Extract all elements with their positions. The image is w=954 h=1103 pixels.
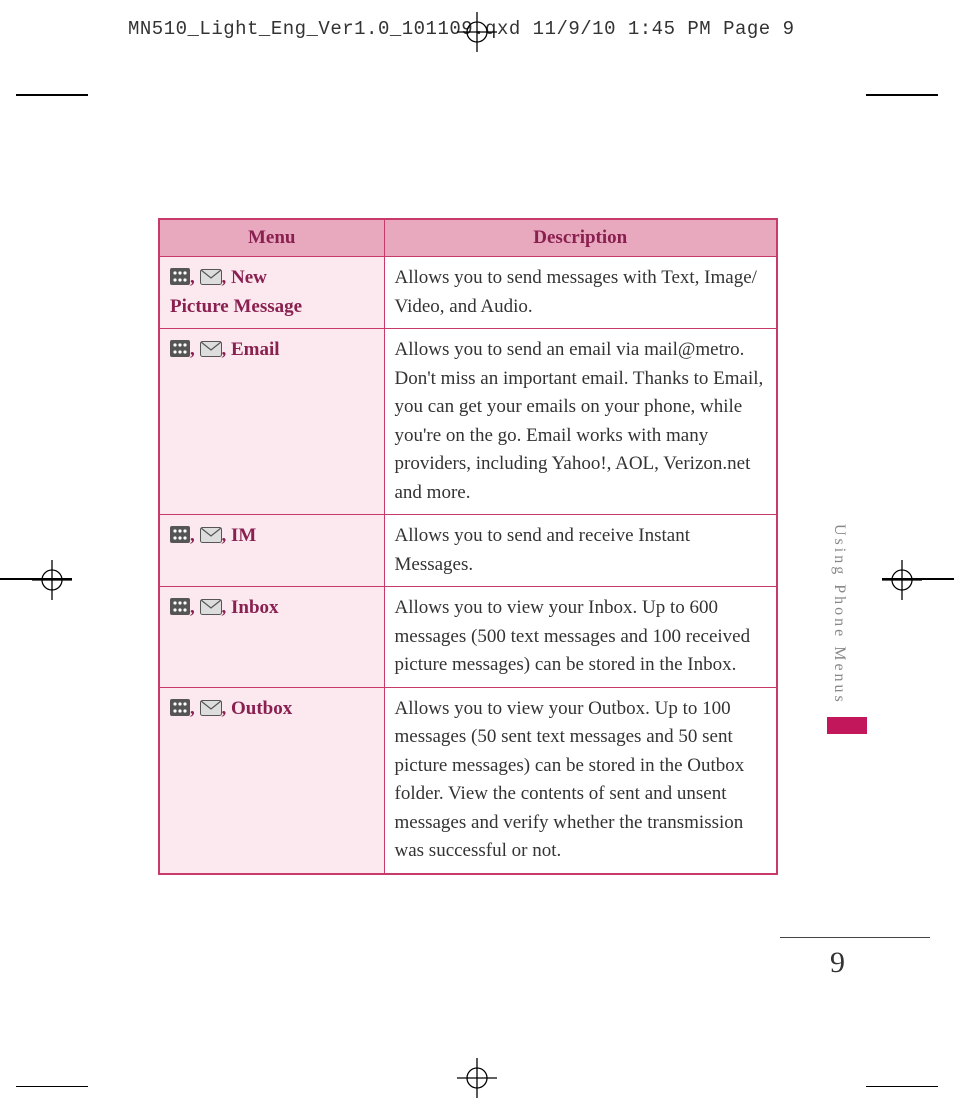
menu-label: Email <box>231 339 280 360</box>
separator: , <box>190 525 200 546</box>
menu-label: Outbox <box>231 698 292 719</box>
menu-description: Allows you to view your Inbox. Up to 600… <box>384 587 777 688</box>
menu-grid-icon <box>170 526 190 543</box>
table-header-menu: Menu <box>159 219 384 257</box>
register-mark-icon <box>32 560 72 600</box>
separator: , <box>222 267 232 288</box>
crop-mark <box>16 1086 88 1088</box>
menu-label-secondary: Picture Message <box>170 293 374 322</box>
section-tab-label: Using Phone Menus <box>830 524 848 705</box>
separator: , <box>190 267 200 288</box>
separator: , <box>190 339 200 360</box>
page-number: 9 <box>830 946 845 980</box>
separator: , <box>222 339 232 360</box>
register-mark-icon <box>882 560 922 600</box>
menu-label: New <box>231 267 267 288</box>
separator: , <box>222 698 232 719</box>
envelope-icon <box>200 269 222 285</box>
section-tab-color-bar <box>827 717 867 734</box>
page-number-divider <box>780 937 930 938</box>
table-row: , , IM Allows you to send and receive In… <box>159 515 777 587</box>
table-row: , , New Picture Message Allows you to se… <box>159 257 777 329</box>
envelope-icon <box>200 527 222 543</box>
envelope-icon <box>200 599 222 615</box>
menu-grid-icon <box>170 340 190 357</box>
register-mark-icon <box>457 1058 497 1098</box>
menu-grid-icon <box>170 699 190 716</box>
crop-mark <box>866 94 938 96</box>
menu-description-table: Menu Description , , New Picture Message… <box>158 218 778 875</box>
separator: , <box>190 698 200 719</box>
register-mark-icon <box>457 12 497 52</box>
separator: , <box>222 525 232 546</box>
table-row: , , Outbox Allows you to view your Outbo… <box>159 687 777 874</box>
menu-grid-icon <box>170 268 190 285</box>
separator: , <box>222 597 232 618</box>
menu-label: Inbox <box>231 597 279 618</box>
crop-mark <box>866 1086 938 1088</box>
menu-description: Allows you to send an email via mail@met… <box>384 329 777 515</box>
menu-description: Allows you to view your Outbox. Up to 10… <box>384 687 777 874</box>
separator: , <box>190 597 200 618</box>
envelope-icon <box>200 700 222 716</box>
menu-label: IM <box>231 525 256 546</box>
table-row: , , Inbox Allows you to view your Inbox.… <box>159 587 777 688</box>
table-row: , , Email Allows you to send an email vi… <box>159 329 777 515</box>
table-header-description: Description <box>384 219 777 257</box>
menu-description: Allows you to send messages with Text, I… <box>384 257 777 329</box>
envelope-icon <box>200 341 222 357</box>
menu-grid-icon <box>170 598 190 615</box>
menu-description: Allows you to send and receive Instant M… <box>384 515 777 587</box>
crop-mark <box>16 94 88 96</box>
page-content: Menu Description , , New Picture Message… <box>158 218 778 875</box>
